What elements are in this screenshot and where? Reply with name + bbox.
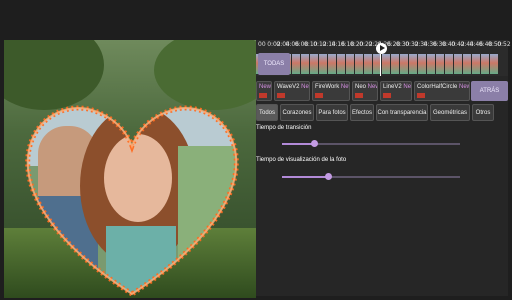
effect-swatch-icon: [417, 93, 425, 98]
transition-label: Tiempo de transición: [256, 125, 312, 131]
effect-name: WaveV2: [277, 84, 300, 90]
timeline-thumbnail[interactable]: [364, 54, 372, 74]
effect-swatch-icon: [355, 93, 363, 98]
timeline-thumbnail[interactable]: [463, 54, 471, 74]
timeline-thumbnail[interactable]: [346, 54, 354, 74]
effect-swatch-icon: [383, 93, 391, 98]
timeline-thumbnail[interactable]: [490, 54, 498, 74]
new-badge: New: [403, 84, 412, 90]
category-tabs: Todos Corazones Para fotos Efectos Con trans…: [256, 104, 508, 122]
transition-slider-fill: [282, 143, 315, 145]
todas-button[interactable]: TODAS: [258, 53, 290, 75]
timeline-thumbnail[interactable]: [310, 54, 318, 74]
display-slider-knob[interactable]: [325, 173, 333, 180]
effect-name: FireWork: [315, 84, 340, 90]
timeline-thumbnail[interactable]: [337, 54, 345, 74]
effect-button[interactable]: WaveV2 New: [274, 81, 310, 101]
display-slider-fill: [282, 176, 329, 178]
category-tab[interactable]: Efectos: [350, 104, 374, 121]
category-tab[interactable]: Geométricas: [430, 104, 470, 121]
timeline-tick: 0:52: [497, 41, 511, 48]
effect-button[interactable]: LineV2 New: [380, 81, 412, 101]
effect-swatch-icon: [277, 93, 285, 98]
atras-button[interactable]: ATRÁS: [471, 81, 508, 101]
heart-frame: [25, 105, 239, 297]
playhead[interactable]: [380, 54, 381, 76]
category-tab[interactable]: Para fotos: [316, 104, 348, 121]
new-badge: New: [301, 84, 309, 90]
timeline-thumbnail[interactable]: [418, 54, 426, 74]
effect-button[interactable]: Neo New: [352, 81, 378, 101]
timeline-thumbnail[interactable]: [481, 54, 489, 74]
category-tab[interactable]: Todos: [256, 104, 278, 121]
display-slider[interactable]: [282, 173, 460, 180]
timeline-thumbnail[interactable]: [328, 54, 336, 74]
timeline-thumbnail[interactable]: [409, 54, 417, 74]
play-icon[interactable]: [376, 43, 387, 54]
timeline[interactable]: 00 0:02 0:04 0:06 0:08 0:10 0:12 0:14 0:16 0:18 0:…: [256, 40, 511, 76]
effect-name: ColorHalfCircle: [417, 84, 458, 90]
timeline-thumbnail[interactable]: [436, 54, 444, 74]
timeline-thumbnail[interactable]: [400, 54, 408, 74]
timeline-thumbnails[interactable]: [256, 54, 508, 74]
transition-slider[interactable]: [282, 140, 460, 147]
effect-button[interactable]: ColorHalfCircle New: [414, 81, 470, 101]
category-tab[interactable]: Con transparencia: [376, 104, 428, 121]
timeline-thumbnail[interactable]: [292, 54, 300, 74]
effect-name: LineV2: [383, 84, 402, 90]
timeline-thumbnail[interactable]: [391, 54, 399, 74]
effect-name: Neo: [355, 84, 367, 90]
timeline-thumbnail[interactable]: [454, 54, 462, 74]
new-badge: New: [340, 84, 349, 90]
transition-slider-knob[interactable]: [311, 140, 319, 147]
timeline-thumbnail[interactable]: [472, 54, 480, 74]
timeline-thumbnail[interactable]: [427, 54, 435, 74]
timeline-thumbnail[interactable]: [382, 54, 390, 74]
effect-button[interactable]: New: [256, 81, 272, 101]
timeline-thumbnail[interactable]: [445, 54, 453, 74]
effect-swatch-icon: [315, 93, 323, 98]
category-tab[interactable]: Otros: [472, 104, 494, 121]
effect-button[interactable]: FireWork New: [312, 81, 350, 101]
timeline-thumbnail[interactable]: [319, 54, 327, 74]
photo-preview: [4, 40, 256, 298]
new-badge: New: [457, 84, 470, 90]
display-label: Tiempo de visualización de la foto: [256, 157, 347, 163]
timeline-thumbnail[interactable]: [301, 54, 309, 74]
new-badge: New: [259, 84, 272, 90]
new-badge: New: [367, 84, 377, 90]
effect-swatch-icon: [259, 93, 267, 98]
timeline-thumbnail[interactable]: [355, 54, 363, 74]
timeline-tick: 00: [258, 41, 266, 48]
category-tab[interactable]: Corazones: [280, 104, 314, 121]
effects-panel: 00 0:02 0:04 0:06 0:08 0:10 0:12 0:14 0:16 0:18 0:…: [256, 40, 511, 296]
